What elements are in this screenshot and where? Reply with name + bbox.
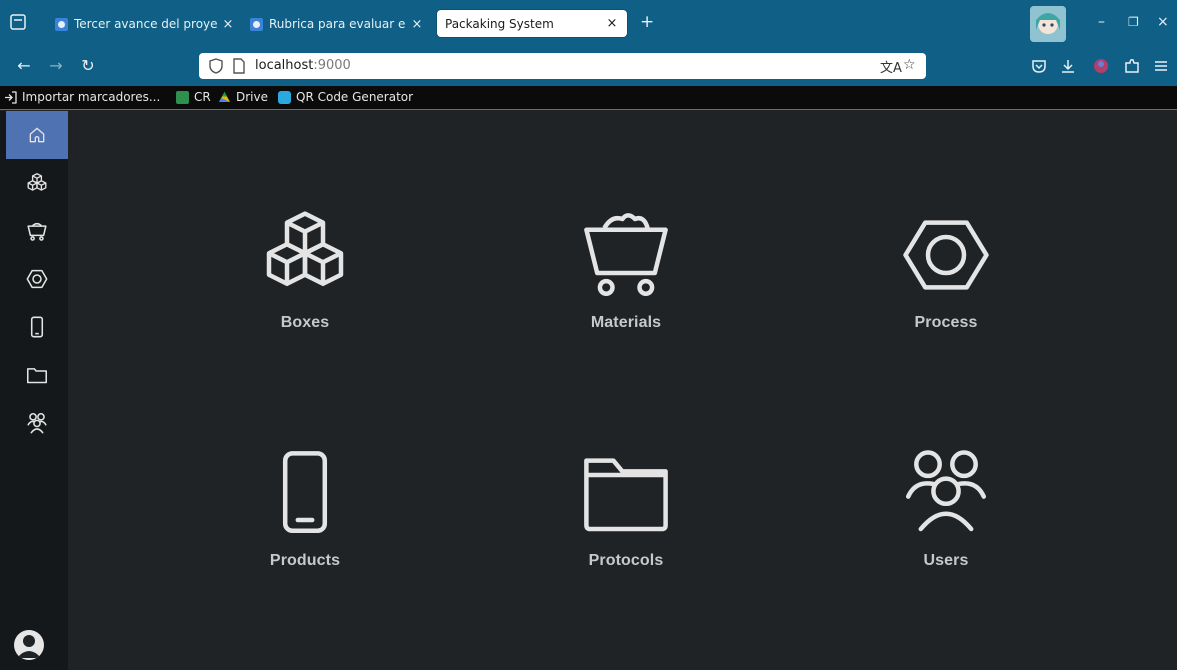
translate-icon[interactable]: 文A	[880, 57, 902, 76]
sidebar-item-users[interactable]	[6, 399, 68, 447]
card-label: Materials	[590, 314, 662, 331]
bookmark-label: QR Code Generator	[296, 90, 414, 104]
qr-icon	[278, 90, 291, 104]
tab-close-icon[interactable]: ×	[221, 17, 235, 32]
sidebar-item-process[interactable]	[6, 255, 68, 303]
browser-nav-bar: ← → ↻ localhost:9000 文A ☆	[0, 46, 1177, 86]
account-avatar-icon[interactable]	[14, 630, 44, 660]
restore-icon[interactable]: ❐	[1128, 15, 1139, 29]
bookmark-star-icon[interactable]: ☆	[903, 57, 916, 73]
cart-icon	[584, 213, 668, 296]
tab-label: Packaking System	[445, 16, 554, 31]
hamburger-menu-icon[interactable]	[1153, 58, 1169, 74]
extensions-puzzle-icon[interactable]	[1123, 57, 1141, 75]
sidebar-item-products[interactable]	[6, 303, 68, 351]
shield-icon[interactable]	[209, 58, 223, 74]
bookmark-import[interactable]: Importar marcadores...	[4, 90, 160, 104]
card-label: Boxes	[280, 314, 330, 331]
image-icon	[176, 90, 189, 104]
bookmark-label: Drive	[236, 90, 268, 104]
drive-icon	[219, 91, 230, 102]
tab-rubrica[interactable]: Rubrica para evaluar el p ×	[250, 12, 424, 36]
slides-favicon-icon	[55, 17, 68, 31]
sidebar-item-boxes[interactable]	[6, 159, 68, 207]
page-icon[interactable]	[232, 58, 246, 74]
card-materials[interactable]: Materials	[531, 210, 721, 360]
tab-close-icon[interactable]: ×	[605, 16, 619, 31]
sidebar-item-materials[interactable]	[6, 207, 68, 255]
card-process[interactable]: Process	[851, 210, 1041, 360]
browser-tab-bar: Tercer avance del proyec × Rubrica para …	[0, 0, 1177, 46]
slides-favicon-icon	[250, 17, 263, 31]
extension-avatar-icon[interactable]	[1093, 58, 1109, 74]
card-label: Process	[914, 314, 978, 331]
tab-list-icon[interactable]	[8, 12, 28, 32]
cart-icon	[27, 222, 47, 241]
sidebar-item-home[interactable]	[6, 111, 68, 159]
bookmarks-bar: Importar marcadores... CR Drive QR Code …	[0, 86, 1177, 110]
boxes-icon	[266, 211, 344, 287]
tab-close-icon[interactable]: ×	[410, 17, 424, 32]
download-icon[interactable]	[1060, 58, 1076, 74]
users-icon	[905, 450, 987, 532]
card-label: Protocols	[588, 552, 664, 569]
url-text[interactable]: localhost:9000	[255, 58, 351, 73]
card-label: Users	[923, 552, 969, 569]
reload-icon[interactable]: ↻	[78, 56, 98, 76]
profile-avatar-icon[interactable]	[1030, 6, 1066, 42]
forward-arrow-icon[interactable]: →	[46, 56, 66, 76]
card-products[interactable]: Products	[210, 448, 400, 598]
tab-label: Tercer avance del proyec	[74, 17, 217, 31]
bookmark-drive[interactable]: Drive	[218, 90, 268, 104]
tab-packaking-system[interactable]: Packaking System ×	[437, 10, 627, 37]
folder-icon	[26, 368, 48, 384]
bookmark-qr[interactable]: QR Code Generator	[278, 90, 413, 104]
import-icon	[5, 90, 17, 104]
phone-icon	[282, 451, 328, 534]
users-icon	[27, 412, 47, 434]
card-label: Products	[269, 552, 341, 569]
back-arrow-icon[interactable]: ←	[14, 56, 34, 76]
tab-label: Rubrica para evaluar el p	[269, 17, 406, 31]
minimize-icon[interactable]: –	[1098, 14, 1105, 30]
tab-tercer-avance[interactable]: Tercer avance del proyec ×	[55, 12, 235, 36]
phone-icon	[30, 316, 44, 338]
hexnut-icon	[26, 269, 48, 289]
close-window-icon[interactable]: ×	[1157, 14, 1169, 30]
card-boxes[interactable]: Boxes	[210, 210, 400, 360]
bookmark-label: Importar marcadores...	[22, 90, 161, 104]
pocket-icon[interactable]	[1031, 58, 1047, 74]
card-protocols[interactable]: Protocols	[531, 448, 721, 598]
new-tab-button[interactable]: +	[640, 14, 654, 31]
card-users[interactable]: Users	[851, 448, 1041, 598]
sidebar-item-protocols[interactable]	[6, 351, 68, 399]
url-bar[interactable]: localhost:9000 文A ☆	[199, 53, 926, 79]
home-icon	[29, 127, 45, 143]
url-port: :9000	[313, 58, 351, 73]
folder-icon	[584, 458, 668, 532]
hexnut-icon	[903, 220, 989, 290]
bookmark-label: CR	[194, 90, 211, 104]
bookmark-cr[interactable]: CR	[176, 90, 211, 104]
boxes-icon	[27, 173, 47, 191]
url-host: localhost	[255, 58, 314, 73]
